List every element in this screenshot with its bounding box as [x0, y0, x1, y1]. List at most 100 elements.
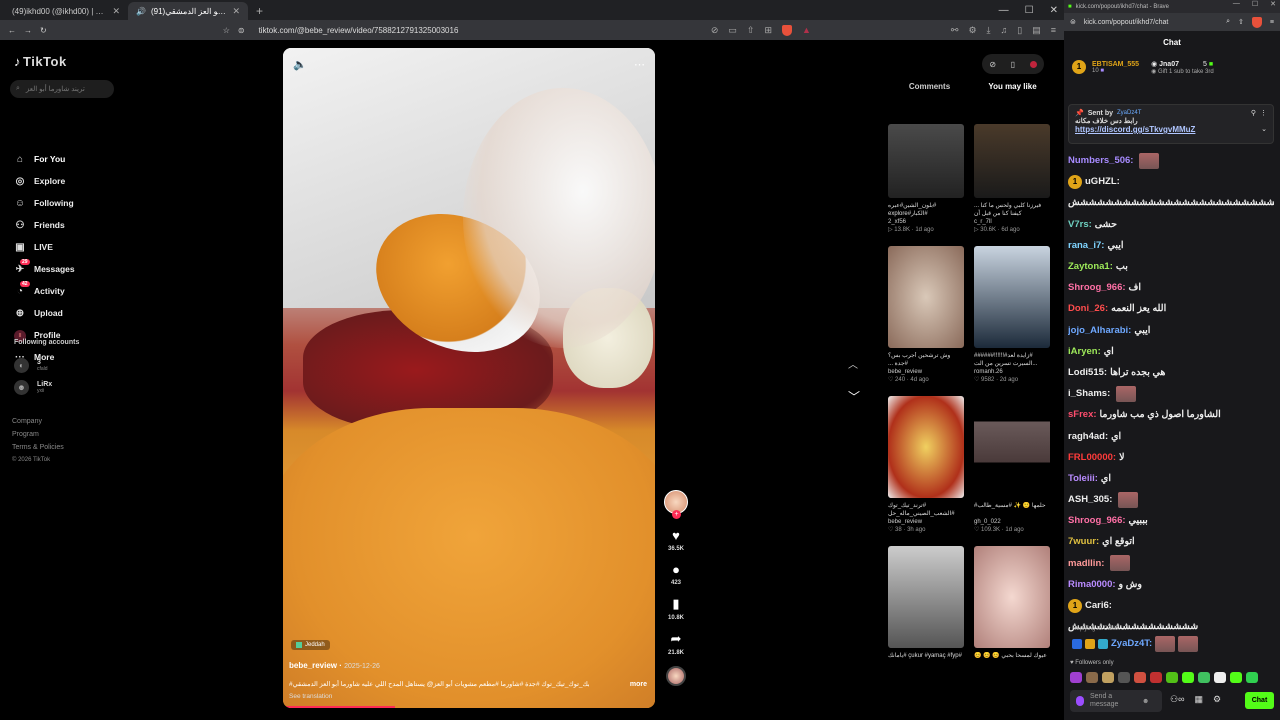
chat-username[interactable]: madllin: [1068, 558, 1104, 569]
site-info-icon[interactable]: ⊜ [238, 26, 245, 35]
video-author[interactable]: 2_xf56 [888, 219, 906, 225]
chat-username[interactable]: sFrex: [1068, 409, 1097, 420]
sidebar-item-friends[interactable]: ⚇ Friends [14, 214, 75, 236]
chat-username[interactable]: Rima0000: [1068, 579, 1116, 590]
gift-box-icon[interactable]: ▦ [1194, 694, 1203, 705]
chat-message[interactable]: FRL00000: لا [1068, 447, 1274, 468]
chat-username[interactable]: uGHZL: [1085, 176, 1120, 187]
close-window-icon[interactable]: ✕ [1050, 5, 1058, 16]
video-thumbnail[interactable] [888, 124, 964, 198]
share-icon[interactable]: ⇧ [747, 25, 755, 36]
pinned-sender[interactable]: ZyaDz4T [1117, 110, 1141, 116]
chat-message[interactable]: sFrex: الشاورما اصول ذي مب شاورما [1068, 404, 1274, 425]
emote-icon[interactable] [1086, 672, 1098, 683]
chat-username[interactable]: Doni_26: [1068, 303, 1108, 314]
minimize-icon[interactable]: — [1233, 0, 1240, 8]
chat-username[interactable]: V7rs: [1068, 219, 1092, 230]
menu-icon[interactable]: ≡ [1270, 19, 1274, 26]
sidebar-item-messages[interactable]: ✈ 29 Messages [14, 258, 75, 280]
sidebar-item-for-you[interactable]: ⌂ For You [14, 148, 75, 170]
minimize-icon[interactable]: — [999, 5, 1009, 16]
save-button[interactable]: ▮ 10.8K [668, 596, 684, 621]
video-author[interactable]: romanh.26 [974, 369, 1003, 375]
video-thumbnail[interactable] [974, 546, 1050, 648]
chat-message[interactable]: Numbers_506: [1068, 150, 1274, 171]
chat-username[interactable]: Shroog_966: [1068, 282, 1126, 293]
video-author[interactable]: gh_0_022 [974, 519, 1001, 525]
close-tab-icon[interactable]: ✕ [232, 6, 240, 17]
chat-username[interactable]: FRL00000: [1068, 452, 1116, 463]
brave-shield-icon[interactable] [1251, 16, 1262, 28]
tab-tiktok-profile[interactable]: (49)ikhd00 (@ikhd00) | TikTok ✕ [4, 2, 128, 20]
suggested-video[interactable]: #بلون_الشين#عبره #الكبار#explore 2_xf56 … [888, 124, 964, 234]
chat-username[interactable]: Lodi515: [1068, 367, 1107, 378]
link-icon[interactable]: ⚯ [951, 25, 959, 36]
emote-icon[interactable] [1134, 672, 1146, 683]
chat-message[interactable]: i_Shams: [1068, 383, 1274, 404]
following-account[interactable]: ☻ LiRx yxii [14, 380, 52, 395]
chat-message[interactable]: ZyaDz4T: [1072, 633, 1199, 654]
video-author[interactable]: c_r_7ll [974, 219, 992, 225]
comment-button[interactable]: ● 423 [671, 562, 681, 586]
chat-username[interactable]: Numbers_506: [1068, 155, 1133, 166]
video-thumbnail[interactable] [888, 546, 964, 648]
menu-icon[interactable]: ≡ [1051, 25, 1056, 35]
more-options-icon[interactable]: ⋯ [634, 58, 645, 71]
chat-username[interactable]: Zaytona1: [1068, 261, 1113, 272]
video-thumbnail[interactable] [888, 396, 964, 498]
share-button[interactable]: ➦ 21.8K [668, 631, 684, 656]
more-button[interactable]: more [630, 681, 647, 688]
forward-icon[interactable]: → [24, 26, 32, 35]
chat-message[interactable]: 1 uGHZL: [1068, 171, 1274, 192]
footer-terms[interactable]: Terms & Policies [12, 444, 64, 451]
chat-username[interactable]: Cari6: [1085, 600, 1112, 611]
video-thumbnail[interactable] [974, 124, 1050, 198]
footer-program[interactable]: Program [12, 431, 39, 438]
suggested-video[interactable]: #زايدة لعد#!!!!!!###### ...السيرت تسرين … [974, 246, 1050, 384]
chat-username[interactable]: ZyaDz4T: [1111, 638, 1152, 649]
url-field[interactable]: tiktok.com/@bebe_review/video/7588212791… [253, 26, 703, 35]
chat-message[interactable]: Rima0000: وش و [1068, 574, 1274, 595]
no-cast-icon[interactable]: ⊘ [711, 25, 719, 36]
wallet-icon[interactable]: ▤ [1032, 25, 1041, 36]
chat-message[interactable]: ASH_305: [1068, 489, 1274, 510]
chat-username[interactable]: iAryen: [1068, 346, 1101, 357]
new-tab-icon[interactable]: + [248, 4, 271, 20]
music-icon[interactable]: ♫ [1001, 25, 1008, 35]
users-icon[interactable]: ⚇∞ [1170, 694, 1184, 705]
chat-message[interactable]: Toleiii: اي [1068, 468, 1274, 489]
chat-username[interactable]: Shroog_966: [1068, 515, 1126, 526]
follow-plus-icon[interactable]: + [672, 510, 681, 519]
following-account[interactable]: ◐ 3 cfald [14, 358, 48, 373]
top-gifter[interactable]: EBTISAM_555 [1092, 61, 1139, 68]
chat-username[interactable]: ASH_305: [1068, 494, 1112, 505]
emote-icon[interactable] [1150, 672, 1162, 683]
suggested-video[interactable]: حلمها 🙂 ✨ #مسية_طالب# gh_0_022 ♡ 109.3K … [974, 396, 1050, 534]
video-author[interactable]: bebe_review [888, 519, 922, 525]
maximize-icon[interactable]: ☐ [1252, 0, 1258, 8]
music-disc-icon[interactable] [666, 666, 686, 686]
suggested-video[interactable]: عيوك لمسحا بحبي 😊 😊 😊 [974, 546, 1050, 668]
pinned-menu-icon[interactable]: ⋮ [1260, 109, 1267, 117]
tiktok-logo[interactable]: ♪ TikTok [14, 54, 67, 69]
chevron-down-icon[interactable]: ﹀ [848, 388, 860, 405]
tab-tiktok-video[interactable]: 🔊 (91)شاورما أبو العز الدمشقي ✕ [128, 2, 248, 20]
chat-message[interactable]: iAryen: اي [1068, 341, 1274, 362]
chat-username[interactable]: i_Shams: [1068, 388, 1110, 399]
emoji-icon[interactable]: ☻ [1142, 698, 1149, 705]
sidebar-item-upload[interactable]: ⊕ Upload [14, 302, 75, 324]
tab-you-may-like[interactable]: You may like [971, 82, 1054, 95]
pinned-message[interactable]: 📌 Sent by ZyaDz4T ⚲ ⋮ رابط دس خلاف مكانه h… [1068, 104, 1274, 144]
sidebar-icon[interactable]: ▯ [1017, 25, 1022, 36]
chat-username[interactable]: ragh4ad: [1068, 431, 1108, 442]
suggested-video[interactable]: فيرزنا كلبي ولحس ما كنا ... كيفنا كنا من… [974, 124, 1050, 234]
chat-message[interactable]: rana_i7: ايبي [1068, 235, 1274, 256]
chevron-up-icon[interactable]: ︿ [848, 356, 858, 371]
emote-icon[interactable] [1214, 672, 1226, 683]
video-player[interactable]: 🔈 ⋯ Jeddah bebe_review · 2025-12-26 #تيك… [283, 48, 655, 708]
chat-message[interactable]: 1 Cari6: [1068, 595, 1274, 616]
video-thumbnail[interactable] [974, 396, 1050, 498]
sidebar-item-live[interactable]: ▣ LIVE [14, 236, 75, 258]
video-thumbnail[interactable] [974, 246, 1050, 348]
second-gifter[interactable]: Jna07 [1159, 61, 1179, 68]
